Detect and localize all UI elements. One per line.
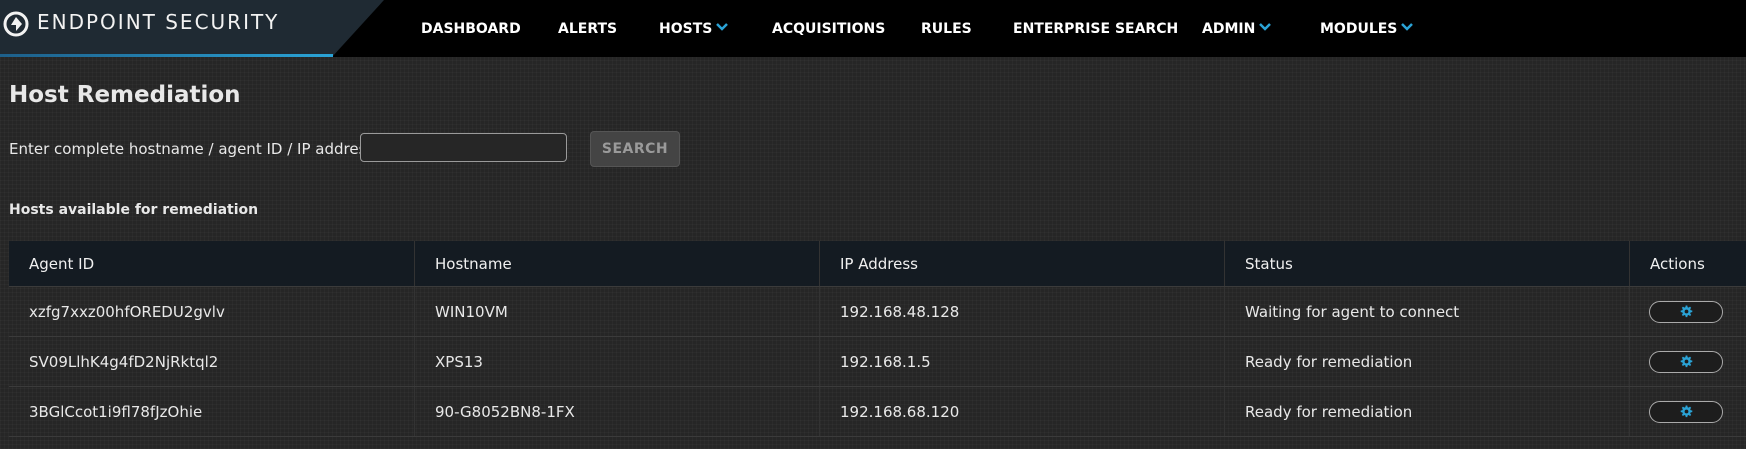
nav-hosts-label: HOSTS <box>659 20 713 37</box>
nav-modules[interactable]: MODULES <box>1320 0 1414 57</box>
nav-admin-label: ADMIN <box>1202 20 1256 37</box>
agent-id-cell: 3BGlCcot1i9fl78fJzOhie <box>29 402 203 421</box>
status-cell: Waiting for agent to connect <box>1224 287 1629 336</box>
actions-cell <box>1629 287 1746 336</box>
chevron-down-icon <box>1401 22 1414 31</box>
hostname-cell: WIN10VM <box>414 287 819 336</box>
nav-hosts[interactable]: HOSTS <box>659 0 729 57</box>
gear-icon <box>1680 305 1692 318</box>
brand-underline <box>0 54 333 57</box>
nav-modules-label: MODULES <box>1320 20 1398 37</box>
column-header-status[interactable]: Status <box>1224 241 1629 286</box>
column-header-ip-address[interactable]: IP Address <box>819 241 1224 286</box>
agent-id-cell: SV09LlhK4g4fD2NjRktql2 <box>29 352 219 371</box>
nav-enterprise-search-label: ENTERPRISE SEARCH <box>1013 20 1179 37</box>
search-input[interactable] <box>360 133 567 162</box>
table-row[interactable]: SV09LlhK4g4fD2NjRktql2 XPS13 192.168.1.5… <box>9 336 1746 386</box>
ip-address-cell: 192.168.48.128 <box>819 287 1224 336</box>
gear-icon <box>1680 405 1692 418</box>
endpoint-logo-icon <box>3 11 29 37</box>
nav-admin[interactable]: ADMIN <box>1202 0 1272 57</box>
actions-cell <box>1629 387 1746 436</box>
actions-cell <box>1629 337 1746 386</box>
page-title: Host Remediation <box>9 82 241 108</box>
hostname-cell: XPS13 <box>414 337 819 386</box>
column-header-actions: Actions <box>1629 241 1746 286</box>
column-header-hostname[interactable]: Hostname <box>414 241 819 286</box>
nav-acquisitions[interactable]: ACQUISITIONS <box>772 0 885 57</box>
status-cell: Ready for remediation <box>1224 337 1629 386</box>
chevron-down-icon <box>716 22 729 31</box>
gear-icon <box>1680 355 1692 368</box>
chevron-down-icon <box>1259 22 1272 31</box>
brand-name: ENDPOINT SECURITY <box>37 10 280 34</box>
hostname-cell: 90-G8052BN8-1FX <box>414 387 819 436</box>
top-navigation-bar: ENDPOINT SECURITY DASHBOARD ALERTS HOSTS… <box>0 0 1746 57</box>
actions-button[interactable] <box>1649 400 1723 423</box>
table-row[interactable]: 3BGlCcot1i9fl78fJzOhie 90-G8052BN8-1FX 1… <box>9 386 1746 437</box>
actions-button[interactable] <box>1649 350 1723 373</box>
nav-rules-label: RULES <box>921 20 972 37</box>
nav-alerts[interactable]: ALERTS <box>558 0 617 57</box>
brand-area[interactable]: ENDPOINT SECURITY <box>0 0 384 57</box>
ip-address-cell: 192.168.1.5 <box>819 337 1224 386</box>
search-label: Enter complete hostname / agent ID / IP … <box>9 140 375 158</box>
ip-address-cell: 192.168.68.120 <box>819 387 1224 436</box>
nav-dashboard[interactable]: DASHBOARD <box>421 0 521 57</box>
nav-acquisitions-label: ACQUISITIONS <box>772 20 886 37</box>
agent-id-cell: xzfg7xxz00hfOREDU2gvlv <box>29 302 225 321</box>
section-title: Hosts available for remediation <box>9 202 259 218</box>
table-header: Agent ID Hostname IP Address Status Acti… <box>9 241 1746 286</box>
nav-rules[interactable]: RULES <box>921 0 972 57</box>
nav-enterprise-search[interactable]: ENTERPRISE SEARCH <box>1013 0 1178 57</box>
status-cell: Ready for remediation <box>1224 387 1629 436</box>
hosts-table: Agent ID Hostname IP Address Status Acti… <box>9 241 1746 437</box>
search-button[interactable]: SEARCH <box>590 131 680 167</box>
nav-dashboard-label: DASHBOARD <box>421 20 521 37</box>
nav-alerts-label: ALERTS <box>558 20 618 37</box>
column-header-agent-id[interactable]: Agent ID <box>9 241 414 286</box>
actions-button[interactable] <box>1649 300 1723 323</box>
table-row[interactable]: xzfg7xxz00hfOREDU2gvlv WIN10VM 192.168.4… <box>9 286 1746 336</box>
